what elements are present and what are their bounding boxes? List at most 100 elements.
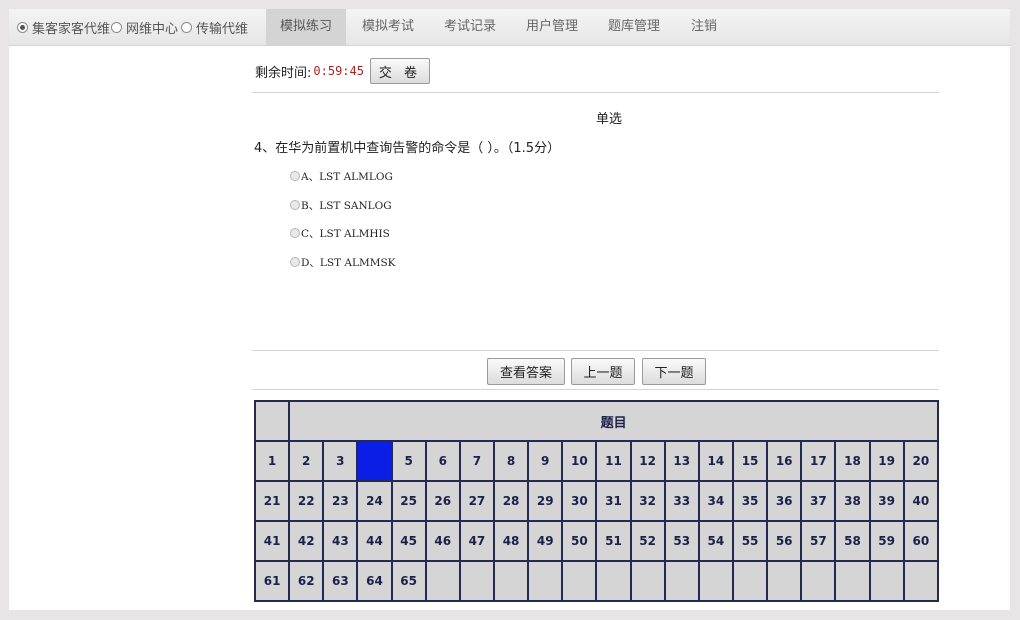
question-number-cell[interactable]: 10 bbox=[561, 440, 598, 482]
next-question-button[interactable]: 下一题 bbox=[642, 358, 706, 385]
question-number-cell[interactable]: 41 bbox=[253, 520, 291, 562]
question-number-cell[interactable]: 22 bbox=[288, 480, 325, 522]
option-a[interactable]: A、LST ALMLOG bbox=[290, 167, 393, 185]
radio-button-icon[interactable] bbox=[111, 21, 122, 33]
option-c[interactable]: C、LST ALMHIS bbox=[290, 224, 390, 242]
tab-mock-exam[interactable]: 模拟考试 bbox=[348, 9, 428, 45]
radio-jike[interactable]: 集客家客代维 bbox=[17, 9, 110, 45]
question-number-cell[interactable]: 40 bbox=[902, 480, 940, 522]
timer-label: 剩余时间: bbox=[255, 65, 312, 81]
question-number-cell[interactable]: 33 bbox=[663, 480, 700, 522]
question-number-cell[interactable]: 53 bbox=[663, 520, 700, 562]
question-number-cell[interactable]: 44 bbox=[356, 520, 393, 562]
radio-button-icon[interactable] bbox=[290, 228, 300, 238]
question-number-cell[interactable]: 17 bbox=[800, 440, 837, 482]
divider bbox=[252, 389, 939, 390]
question-number-cell[interactable]: 60 bbox=[902, 520, 940, 562]
radio-wangwei[interactable]: 网维中心 bbox=[111, 9, 178, 45]
question-number-cell[interactable]: 8 bbox=[492, 440, 530, 482]
radio-button-icon[interactable] bbox=[290, 200, 300, 210]
question-number-cell[interactable]: 34 bbox=[697, 480, 734, 522]
question-number-cell[interactable]: 47 bbox=[458, 520, 495, 562]
question-number-cell[interactable]: 16 bbox=[766, 440, 803, 482]
question-type: 单选 bbox=[595, 112, 622, 127]
question-number-cell[interactable]: 42 bbox=[288, 520, 325, 562]
question-number-cell[interactable]: 61 bbox=[253, 560, 291, 602]
question-number-cell[interactable]: 38 bbox=[834, 480, 871, 522]
question-number-cell[interactable]: 50 bbox=[561, 520, 598, 562]
option-b[interactable]: B、LST SANLOG bbox=[290, 196, 392, 214]
question-number-cell[interactable]: 27 bbox=[458, 480, 495, 522]
question-number-cell[interactable]: 35 bbox=[731, 480, 769, 522]
question-number-cell[interactable]: 29 bbox=[527, 480, 564, 522]
question-number-cell[interactable]: 36 bbox=[766, 480, 803, 522]
question-number-cell[interactable]: 46 bbox=[424, 520, 461, 562]
previous-question-button[interactable]: 上一题 bbox=[571, 358, 635, 385]
question-number-cell[interactable]: 7 bbox=[458, 440, 495, 482]
empty-grid-cell bbox=[595, 560, 632, 602]
radio-button-icon[interactable] bbox=[290, 257, 300, 267]
question-number-cell[interactable]: 3 bbox=[322, 440, 359, 482]
question-number-cell[interactable]: 57 bbox=[800, 520, 837, 562]
question-number-cell[interactable]: 49 bbox=[527, 520, 564, 562]
question-number-cell[interactable]: 45 bbox=[390, 520, 427, 562]
submit-exam-button[interactable]: 交 卷 bbox=[369, 58, 430, 84]
empty-grid-cell bbox=[697, 560, 734, 602]
tab-exam-records[interactable]: 考试记录 bbox=[430, 9, 510, 45]
tab-question-bank[interactable]: 题库管理 bbox=[594, 9, 674, 45]
question-number-cell[interactable]: 63 bbox=[322, 560, 359, 602]
question-number-cell[interactable]: 11 bbox=[595, 440, 632, 482]
question-number-cell[interactable]: 4 bbox=[356, 440, 393, 482]
question-number-cell[interactable]: 31 bbox=[595, 480, 632, 522]
tab-user-management[interactable]: 用户管理 bbox=[512, 9, 592, 45]
question-number-cell[interactable]: 25 bbox=[390, 480, 427, 522]
empty-grid-cell bbox=[766, 560, 803, 602]
question-number-cell[interactable]: 48 bbox=[492, 520, 530, 562]
question-number-cell[interactable]: 5 bbox=[390, 440, 427, 482]
empty-grid-cell bbox=[731, 560, 769, 602]
radio-button-icon[interactable] bbox=[181, 21, 192, 33]
radio-button-icon[interactable] bbox=[290, 171, 300, 181]
question-number-cell[interactable]: 62 bbox=[288, 560, 325, 602]
question-number-cell[interactable]: 58 bbox=[834, 520, 871, 562]
question-number-cell[interactable]: 55 bbox=[731, 520, 769, 562]
question-number-cell[interactable]: 2 bbox=[288, 440, 325, 482]
question-number-cell[interactable]: 32 bbox=[629, 480, 666, 522]
question-number-cell[interactable]: 13 bbox=[663, 440, 700, 482]
question-number-cell[interactable]: 39 bbox=[868, 480, 905, 522]
option-d[interactable]: D、LST ALMMSK bbox=[290, 253, 396, 271]
question-number-cell[interactable]: 19 bbox=[868, 440, 905, 482]
question-number-cell[interactable]: 12 bbox=[629, 440, 666, 482]
view-answer-button[interactable]: 查看答案 bbox=[487, 358, 565, 385]
question-number-cell[interactable]: 21 bbox=[253, 480, 291, 522]
empty-grid-cell bbox=[800, 560, 837, 602]
question-number-cell[interactable]: 54 bbox=[697, 520, 734, 562]
radio-button-checked-icon[interactable] bbox=[17, 21, 28, 33]
radio-chuanshu[interactable]: 传输代维 bbox=[181, 9, 248, 45]
question-number-cell[interactable]: 28 bbox=[492, 480, 530, 522]
question-number-cell[interactable]: 23 bbox=[322, 480, 359, 522]
tab-logout[interactable]: 注销 bbox=[676, 9, 732, 45]
question-number-cell[interactable]: 9 bbox=[527, 440, 564, 482]
question-number-cell[interactable]: 20 bbox=[902, 440, 940, 482]
question-number-cell[interactable]: 51 bbox=[595, 520, 632, 562]
tab-practice[interactable]: 模拟练习 bbox=[266, 9, 346, 45]
question-number-cell[interactable]: 24 bbox=[356, 480, 393, 522]
question-number-cell[interactable]: 52 bbox=[629, 520, 666, 562]
question-number-cell[interactable]: 1 bbox=[253, 440, 291, 482]
question-number-cell[interactable]: 14 bbox=[697, 440, 734, 482]
question-number-cell[interactable]: 37 bbox=[800, 480, 837, 522]
question-number-cell[interactable]: 59 bbox=[868, 520, 905, 562]
question-number-cell[interactable]: 56 bbox=[766, 520, 803, 562]
question-number-cell[interactable]: 6 bbox=[424, 440, 461, 482]
question-number-cell[interactable]: 64 bbox=[356, 560, 393, 602]
question-number-cell[interactable]: 18 bbox=[834, 440, 871, 482]
question-number-cell[interactable]: 26 bbox=[424, 480, 461, 522]
divider bbox=[252, 350, 939, 351]
question-number-cell[interactable]: 15 bbox=[731, 440, 769, 482]
question-number-cell[interactable]: 65 bbox=[390, 560, 427, 602]
question-number-cell[interactable]: 43 bbox=[322, 520, 359, 562]
question-number-cell[interactable]: 30 bbox=[561, 480, 598, 522]
grid-corner-cell bbox=[253, 400, 291, 442]
empty-grid-cell bbox=[458, 560, 495, 602]
